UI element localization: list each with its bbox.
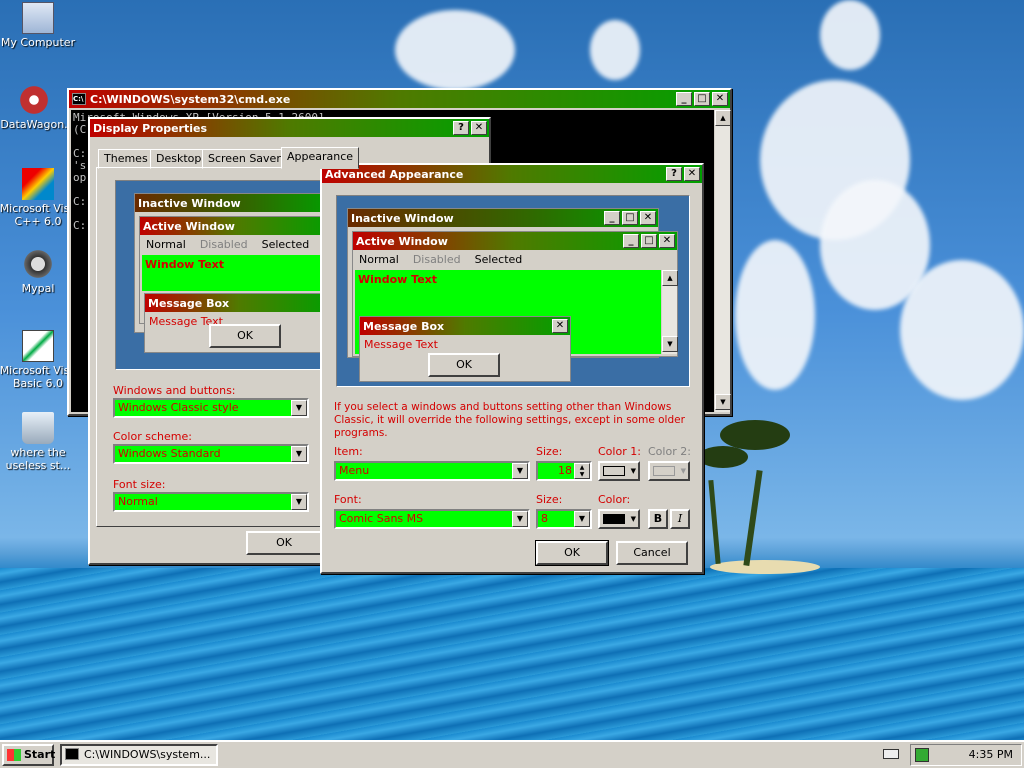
desktop-icon-label: My Computer: [0, 36, 76, 49]
ok-button[interactable]: OK: [535, 540, 609, 566]
desktop-icon-datawagon[interactable]: DataWagon.: [0, 84, 74, 131]
minimize-button[interactable]: _: [676, 92, 692, 106]
chevron-down-icon[interactable]: ▼: [512, 463, 528, 479]
spinner-arrows-icon[interactable]: ▲ ▼: [574, 463, 590, 479]
color1-picker[interactable]: ▼: [598, 461, 640, 481]
color1-label: Color 1:: [598, 445, 641, 458]
chevron-down-icon[interactable]: ▼: [574, 511, 590, 527]
cmd-scrollbar[interactable]: ▲ ▼: [714, 110, 731, 412]
cmd-icon: [65, 748, 79, 760]
help-button[interactable]: ?: [453, 121, 469, 135]
preview-ok-button: OK: [209, 324, 281, 348]
visual-basic-icon: [22, 330, 54, 362]
bold-button[interactable]: B: [648, 509, 668, 529]
visual-cpp-icon: [22, 168, 54, 200]
start-button[interactable]: Start: [2, 744, 55, 766]
advanced-appearance-title: Advanced Appearance: [325, 167, 464, 181]
cmd-titlebar[interactable]: C:\ C:\WINDOWS\system32\cmd.exe _ □ ✕: [69, 90, 730, 108]
font-color-picker[interactable]: ▼: [598, 509, 640, 529]
item-label: Item:: [334, 445, 363, 458]
desktop-icon-label: where the useless st...: [5, 446, 71, 472]
item-size-label: Size:: [536, 445, 563, 458]
color2-label: Color 2:: [648, 445, 691, 458]
desktop-sea: [0, 568, 1024, 740]
item-select[interactable]: Menu ▼: [334, 461, 530, 481]
font-size-label: Font size:: [113, 478, 166, 491]
preview-scrollbar: ▲ ▼: [661, 270, 678, 354]
chevron-down-icon[interactable]: ▼: [291, 494, 307, 510]
color-scheme-select[interactable]: Windows Standard ▼: [113, 444, 309, 464]
color-scheme-label: Color scheme:: [113, 430, 192, 443]
preview-ok-button: OK: [428, 353, 500, 377]
network-icon[interactable]: [915, 748, 929, 762]
maximize-button[interactable]: □: [694, 92, 710, 106]
preview-active-titlebar: Active Window _ □ ✕: [353, 232, 677, 250]
preview-active-titlebar: Active Window: [140, 217, 334, 235]
appearance-preview: Inactive Window Active Window Normal Disa…: [115, 180, 335, 370]
desktop-icon-recycle-bin[interactable]: where the useless st...: [0, 412, 78, 472]
my-computer-icon: [22, 2, 54, 34]
keyboard-icon[interactable]: [883, 749, 899, 759]
close-button[interactable]: ✕: [684, 167, 700, 181]
font-color-label: Color:: [598, 493, 631, 506]
scroll-down-icon[interactable]: ▼: [715, 394, 731, 410]
preview-msgbox-titlebar: Message Box: [145, 294, 333, 312]
windows-logo-icon: [7, 749, 21, 761]
preview-inactive-titlebar: Inactive Window _ □ ✕: [348, 209, 658, 227]
chevron-down-icon[interactable]: ▼: [291, 400, 307, 416]
island: [710, 560, 820, 574]
color2-picker: ▼: [648, 461, 690, 481]
raccoon-icon: [22, 248, 54, 280]
font-size-select[interactable]: 8 ▼: [536, 509, 592, 529]
preview-msgbox-titlebar: Message Box ✕: [360, 317, 570, 335]
advanced-preview: Inactive Window _ □ ✕ Active Window _ □ ✕ No…: [336, 195, 690, 387]
close-button[interactable]: ✕: [471, 121, 487, 135]
recycle-bin-icon: [22, 412, 54, 444]
chevron-down-icon[interactable]: ▼: [512, 511, 528, 527]
advanced-appearance-titlebar[interactable]: Advanced Appearance ? ✕: [322, 165, 702, 183]
italic-button[interactable]: I: [670, 509, 690, 529]
ok-button[interactable]: OK: [246, 531, 322, 555]
scroll-up-icon[interactable]: ▲: [715, 110, 731, 126]
tab-screen-saver[interactable]: Screen Saver: [202, 149, 287, 169]
chevron-down-icon: ▼: [680, 467, 686, 475]
display-properties-title: Display Properties: [93, 121, 208, 135]
tab-themes[interactable]: Themes: [98, 149, 154, 169]
datawagon-icon: [18, 84, 50, 116]
font-label: Font:: [334, 493, 362, 506]
preview-menu: Normal Disabled Selected: [359, 253, 523, 266]
display-properties-titlebar[interactable]: Display Properties ? ✕: [90, 119, 489, 137]
preview-window-text: Window Text: [142, 255, 334, 291]
chevron-down-icon: ▼: [630, 515, 636, 523]
windows-buttons-label: Windows and buttons:: [113, 384, 236, 397]
taskbar-item-cmd[interactable]: C:\WINDOWS\system...: [60, 744, 218, 766]
preview-menu: Normal Disabled Selected: [146, 238, 310, 251]
system-tray: 4:35 PM: [883, 744, 1022, 766]
advanced-appearance-window[interactable]: Advanced Appearance ? ✕ Inactive Window …: [320, 163, 704, 574]
cmd-title: C:\WINDOWS\system32\cmd.exe: [90, 92, 291, 106]
advanced-note: If you select a windows and buttons sett…: [334, 401, 685, 439]
desktop-icon-label: DataWagon.: [0, 118, 68, 131]
help-button[interactable]: ?: [666, 167, 682, 181]
item-size-spinner[interactable]: 18 ▲ ▼: [536, 461, 592, 481]
preview-inactive-titlebar: Inactive Window: [135, 194, 333, 212]
tab-desktop[interactable]: Desktop: [150, 149, 208, 169]
tab-appearance[interactable]: Appearance: [281, 147, 360, 169]
font-size-label: Size:: [536, 493, 563, 506]
font-size-select[interactable]: Normal ▼: [113, 492, 309, 512]
cmd-icon: C:\: [72, 93, 86, 105]
chevron-down-icon[interactable]: ▼: [291, 446, 307, 462]
cancel-button[interactable]: Cancel: [616, 541, 688, 565]
close-button[interactable]: ✕: [712, 92, 728, 106]
clock[interactable]: 4:35 PM: [969, 748, 1013, 761]
windows-buttons-select[interactable]: Windows Classic style ▼: [113, 398, 309, 418]
taskbar: Start C:\WINDOWS\system... 4:35 PM: [0, 740, 1024, 768]
desktop-icon-my-computer[interactable]: My Computer: [0, 2, 78, 49]
preview-msgbox-text: Message Text: [364, 338, 438, 351]
chevron-down-icon: ▼: [630, 467, 636, 475]
font-select[interactable]: Comic Sans MS ▼: [334, 509, 530, 529]
